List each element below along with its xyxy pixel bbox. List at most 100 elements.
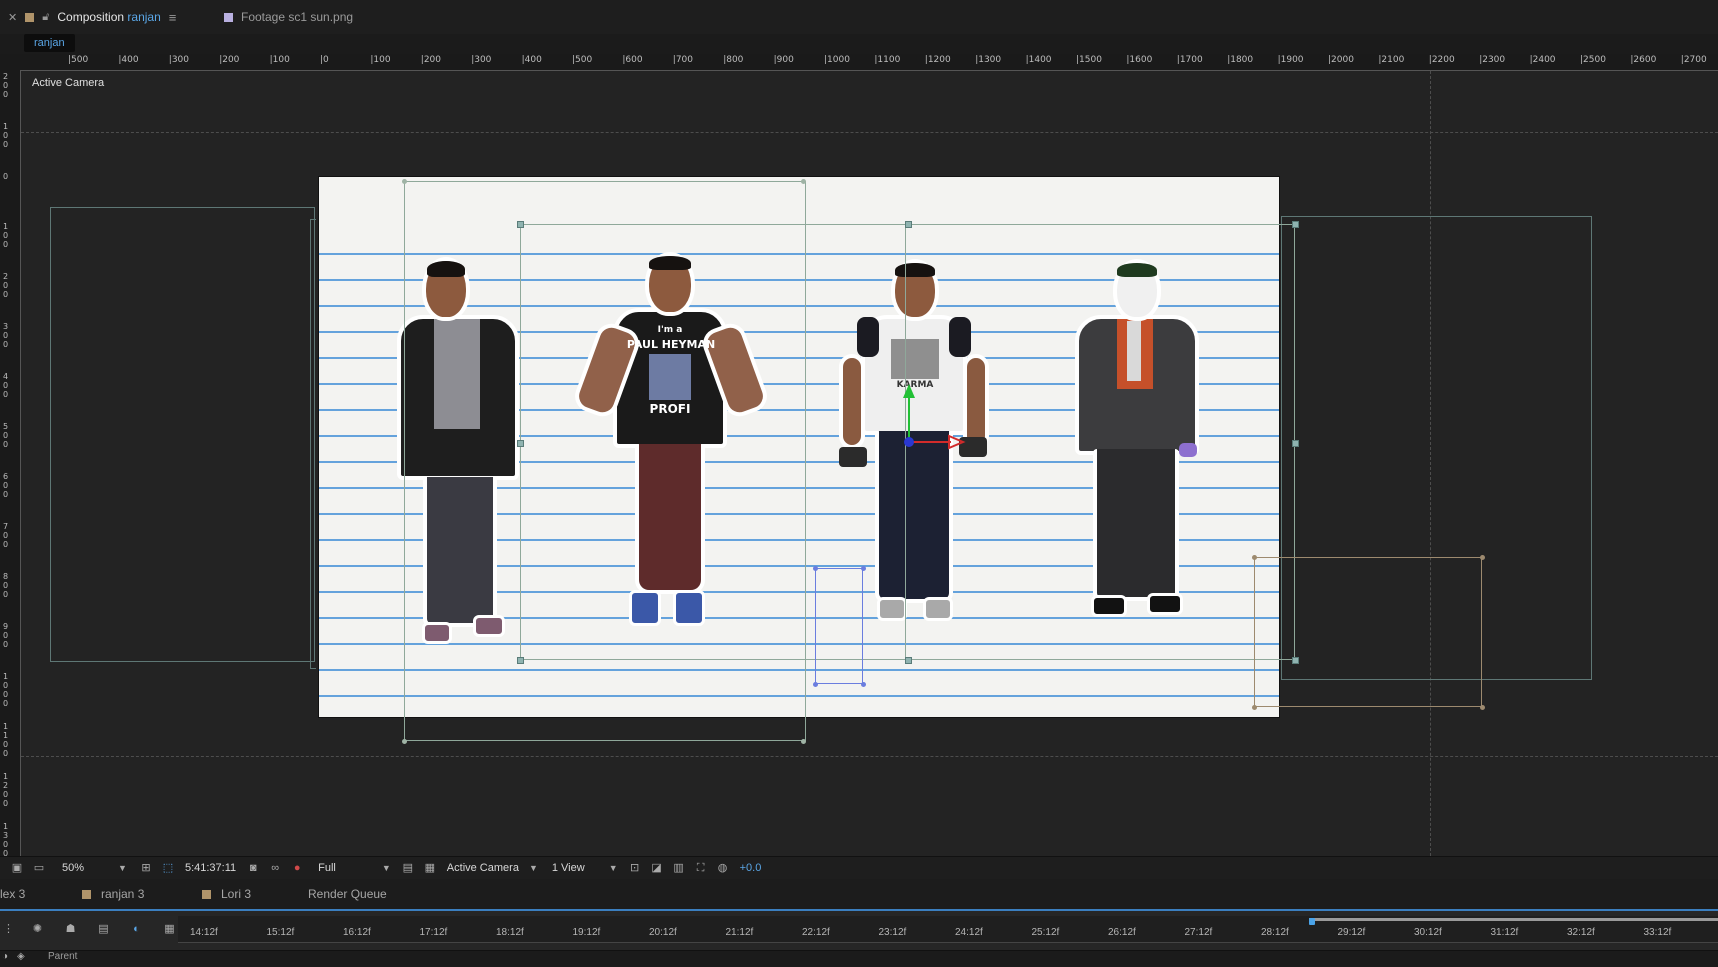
show-snapshot-icon[interactable]: ∞	[268, 862, 282, 874]
tab-timeline-lori-3[interactable]: Lori 3	[202, 879, 251, 909]
transparency-grid-icon[interactable]: ▦	[423, 862, 437, 874]
transform-handle[interactable]	[1292, 440, 1299, 447]
camera-view-dropdown[interactable]: Active Camera	[447, 862, 519, 874]
corner-point[interactable]	[801, 179, 806, 184]
corner-point[interactable]	[1480, 705, 1485, 710]
hamburger-menu-icon[interactable]: ≡	[169, 10, 177, 25]
ruler-tick-label: |500	[68, 55, 89, 65]
time-ruler-tick: 33:12f	[1643, 927, 1672, 938]
chevron-down-icon[interactable]: ▼	[529, 863, 538, 873]
3d-layer-icon[interactable]: ◈	[17, 951, 25, 962]
fit-frame-icon[interactable]: ⊞	[139, 862, 153, 874]
resolution-dropdown[interactable]: Full	[318, 862, 336, 874]
toggle-mask-icon[interactable]: ◪	[650, 862, 664, 874]
ruler-tick-label: |1200	[924, 55, 951, 65]
transform-handle[interactable]	[517, 221, 524, 228]
breadcrumb-comp-ranjan[interactable]: ranjan	[24, 34, 75, 52]
parent-column-header: Parent	[48, 951, 78, 962]
tab-render-queue[interactable]: Render Queue	[308, 879, 387, 909]
corner-point[interactable]	[1480, 555, 1485, 560]
graph-editor-icon[interactable]: ▦	[163, 923, 176, 935]
camera-snapshot-icon[interactable]: ◙	[246, 862, 260, 874]
active-camera-label: Active Camera	[32, 77, 105, 89]
menu-icon[interactable]: ⋮	[2, 923, 15, 935]
reset-exposure-icon[interactable]: ◍	[716, 862, 730, 874]
region-of-interest-icon[interactable]: ⬚	[161, 862, 175, 874]
flowchart-icon[interactable]: ⛶	[694, 862, 708, 874]
tab-composition[interactable]: ✕ 🔓︎ Composition ranjan ≡	[8, 0, 190, 34]
ruler-tick-label: |2500	[1580, 55, 1606, 65]
time-ruler-tick: 31:12f	[1490, 927, 1519, 938]
tab-label: lex 3	[0, 887, 26, 901]
time-ruler-tick: 23:12f	[878, 927, 907, 938]
tab-timeline-lex-3[interactable]: lex 3	[0, 879, 25, 909]
transform-handle[interactable]	[517, 657, 524, 664]
layer-bounds-left[interactable]	[50, 207, 315, 662]
ruler-tick-label: |100	[269, 55, 290, 65]
exposure-value[interactable]: +0.0	[740, 862, 762, 874]
ruler-tick-label: |1400	[1025, 55, 1052, 65]
vertical-ruler[interactable]: 200 100 0 100 200 300 400 500 600 700 800 900 1000 11…	[0, 70, 21, 858]
draft-3d-icon[interactable]: ✺	[31, 923, 44, 935]
fast-preview-icon[interactable]: ▤	[401, 862, 415, 874]
timeline-controls: ⋮ ✺ ☗ ▤ ◐ ▦	[0, 916, 180, 942]
corner-point[interactable]	[1252, 555, 1257, 560]
layer-bounds-small-blue[interactable]	[815, 568, 863, 684]
tab-label: ranjan 3	[101, 887, 145, 901]
solo-icon[interactable]: ◑	[2, 951, 8, 962]
chevron-down-icon[interactable]: ▼	[118, 863, 127, 873]
corner-point[interactable]	[813, 682, 818, 687]
corner-point[interactable]	[402, 179, 407, 184]
zoom-dropdown[interactable]: 50%	[62, 862, 84, 874]
tab-timeline-ranjan-3[interactable]: ranjan 3	[82, 879, 144, 909]
ruler-corner	[0, 54, 20, 70]
time-ruler-tick: 29:12f	[1337, 927, 1366, 938]
corner-point[interactable]	[801, 739, 806, 744]
ruler-tick-label: 700	[3, 522, 9, 549]
3d-axis-gizmo[interactable]	[895, 380, 975, 460]
always-preview-icon[interactable]: ▣	[10, 862, 24, 874]
corner-point[interactable]	[813, 566, 818, 571]
transform-handle[interactable]	[517, 440, 524, 447]
corner-point[interactable]	[861, 566, 866, 571]
color-channels-icon[interactable]: ●	[290, 862, 304, 874]
close-icon[interactable]: ✕	[8, 11, 17, 24]
current-time-display[interactable]: 5:41:37:11	[185, 862, 236, 874]
comp-color-swatch	[82, 889, 91, 899]
ruler-tick-label: |200	[420, 55, 442, 65]
time-navigator-bar[interactable]	[1309, 918, 1718, 921]
transform-handle[interactable]	[905, 657, 912, 664]
transform-handle[interactable]	[905, 221, 912, 228]
timeline-tab-bar: lex 3 ranjan 3 Lori 3 Render Queue	[0, 879, 1718, 911]
shy-layers-icon[interactable]: ☗	[64, 923, 77, 935]
time-ruler-tick: 28:12f	[1261, 927, 1289, 938]
guide-line[interactable]	[21, 756, 1718, 757]
tab-footage[interactable]: Footage sc1 sun.png	[224, 0, 353, 34]
transform-handle[interactable]	[1292, 221, 1299, 228]
horizontal-ruler[interactable]: |500 |400 |300 |200 |100 |0 |100 |200 |300 |400 |5…	[20, 54, 1718, 71]
3d-renderer-icon[interactable]: ▥	[672, 862, 686, 874]
frame-blending-icon[interactable]: ▤	[97, 923, 110, 935]
corner-point[interactable]	[402, 739, 407, 744]
chevron-down-icon[interactable]: ▼	[609, 863, 618, 873]
view-layout-dropdown[interactable]: 1 View	[552, 862, 585, 874]
guide-line[interactable]	[21, 132, 1718, 133]
lock-icon[interactable]: 🔓︎	[42, 11, 49, 24]
layer-bounds-left-inner[interactable]	[310, 219, 316, 669]
pixel-aspect-icon[interactable]: ⊡	[628, 862, 642, 874]
layer-bounds-tan[interactable]	[1254, 557, 1482, 707]
transform-handle[interactable]	[1292, 657, 1299, 664]
monitor-icon[interactable]: ▭	[32, 862, 46, 874]
x-axis-arrowhead[interactable]	[948, 434, 966, 450]
ruler-tick-label: |2700	[1680, 55, 1707, 65]
time-ruler-tick: 24:12f	[955, 927, 983, 938]
corner-point[interactable]	[861, 682, 866, 687]
chevron-down-icon[interactable]: ▼	[382, 863, 391, 873]
y-axis-arrowhead[interactable]	[903, 384, 915, 398]
time-ruler-tick: 32:12f	[1567, 927, 1595, 938]
motion-blur-icon[interactable]: ◐	[130, 923, 143, 935]
time-navigator-start-handle[interactable]	[1309, 918, 1315, 925]
ruler-tick-label: |2300	[1479, 55, 1506, 65]
corner-point[interactable]	[1252, 705, 1257, 710]
z-axis-origin[interactable]	[904, 437, 914, 447]
